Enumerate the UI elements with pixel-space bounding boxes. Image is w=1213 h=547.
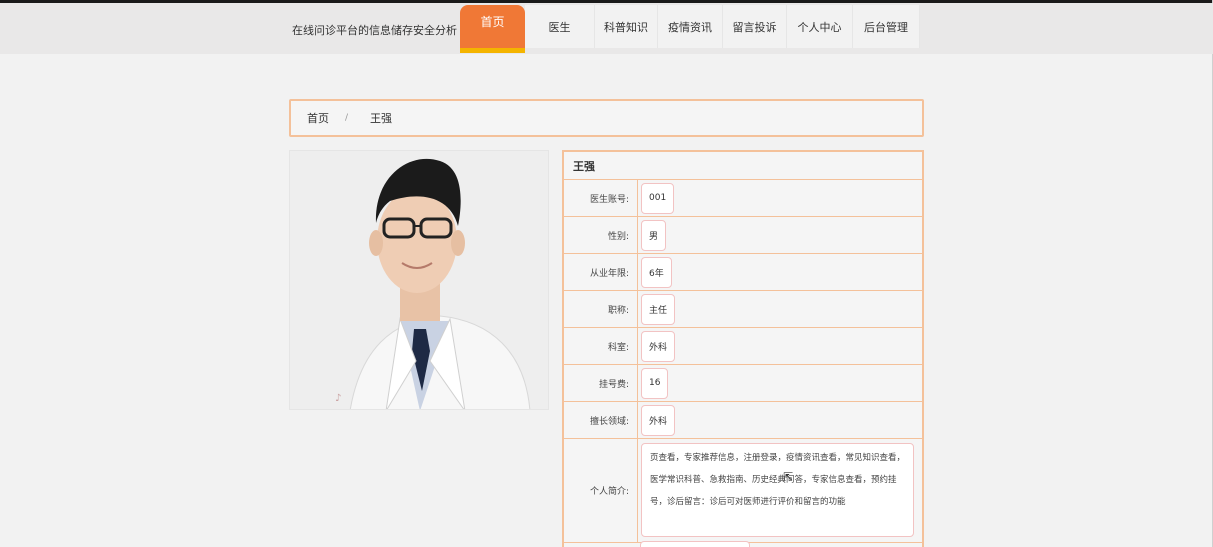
nav-item-science[interactable]: 科普知识 bbox=[595, 5, 658, 48]
detail-row-bio: 个人简介: 页查看，专家推荐信息，注册登录，疫情资讯查看，常见知识查看，医学常识… bbox=[564, 439, 922, 543]
doctor-portrait-icon: ♪ bbox=[290, 151, 548, 409]
nav-item-epidemic-news[interactable]: 疫情资讯 bbox=[658, 5, 723, 48]
field-label: 性别: bbox=[564, 217, 638, 253]
site-title: 在线问诊平台的信息储存安全分析 bbox=[292, 24, 457, 37]
nav-item-admin[interactable]: 后台管理 bbox=[853, 5, 920, 48]
field-value: 001 bbox=[641, 182, 675, 214]
doctor-detail-table: 王强 医生账号: 001 性别: 男 从业年限: 6年 职称: 主任 科室: 外… bbox=[562, 150, 924, 547]
detail-row-account: 医生账号: 001 bbox=[564, 180, 922, 217]
detail-row-years: 从业年限: 6年 bbox=[564, 254, 922, 291]
nav-item-profile[interactable]: 个人中心 bbox=[787, 5, 853, 48]
nav-item-doctors[interactable]: 医生 bbox=[525, 5, 595, 48]
doctor-photo: ♪ bbox=[289, 150, 549, 410]
breadcrumb-home[interactable]: 首页 bbox=[307, 110, 329, 126]
field-label: 科室: bbox=[564, 328, 638, 364]
breadcrumb-current: 王强 bbox=[370, 112, 393, 125]
field-label: 个人简介: bbox=[564, 439, 638, 542]
field-value: 外科 bbox=[641, 404, 676, 436]
field-label: 挂号费: bbox=[564, 365, 638, 401]
field-value: 主任 bbox=[641, 293, 676, 325]
detail-row-title: 职称: 主任 bbox=[564, 291, 922, 328]
top-navbar: 在线问诊平台的信息储存安全分析 首页 医生 科普知识 疫情资讯 留言投诉 个人中… bbox=[0, 3, 1213, 54]
field-label: 从业年限: bbox=[564, 254, 638, 290]
svg-text:♪: ♪ bbox=[335, 393, 341, 404]
field-value: 男 bbox=[641, 219, 667, 251]
detail-row-department: 科室: 外科 bbox=[564, 328, 922, 365]
field-label: 职称: bbox=[564, 291, 638, 327]
mouse-cursor-icon: ⇱ bbox=[783, 470, 794, 484]
nav-menu: 首页 医生 科普知识 疫情资讯 留言投诉 个人中心 后台管理 bbox=[460, 5, 920, 54]
field-label: 擅长领域: bbox=[564, 402, 638, 438]
detail-row-fee: 挂号费: 16 bbox=[564, 365, 922, 402]
detail-row-specialty: 擅长领域: 外科 bbox=[564, 402, 922, 439]
detail-row-gender: 性别: 男 bbox=[564, 217, 922, 254]
breadcrumb-separator: / bbox=[345, 113, 349, 123]
field-value: 6年 bbox=[641, 256, 672, 288]
bio-text: 页查看，专家推荐信息，注册登录，疫情资讯查看，常见知识查看，医学常识科普、急救指… bbox=[641, 443, 914, 537]
nav-item-home[interactable]: 首页 bbox=[460, 5, 525, 53]
field-value: 16 bbox=[641, 367, 669, 399]
doctor-name: 王强 bbox=[564, 152, 922, 180]
nav-item-complaints[interactable]: 留言投诉 bbox=[723, 5, 787, 48]
breadcrumb: 首页 / 王强 bbox=[289, 99, 924, 137]
field-value: 外科 bbox=[641, 330, 676, 362]
field-label: 医生账号: bbox=[564, 180, 638, 216]
next-field-box bbox=[640, 541, 750, 547]
